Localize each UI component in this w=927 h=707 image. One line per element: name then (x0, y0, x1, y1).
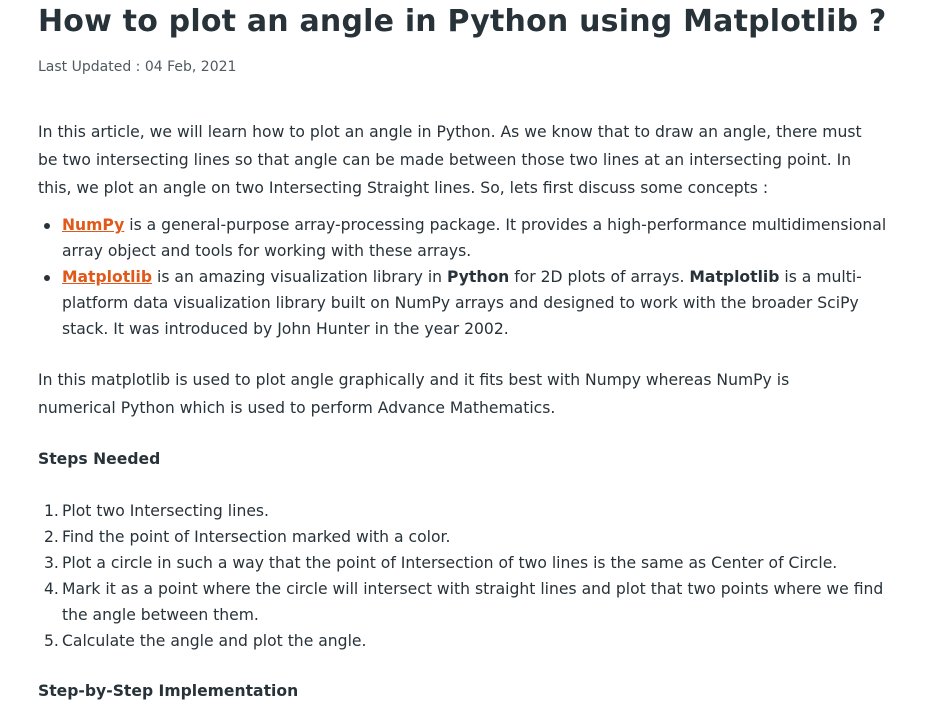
matplotlib-paragraph: In this matplotlib is used to plot angle… (38, 371, 790, 417)
matplotlib-link[interactable]: Matplotlib (62, 268, 152, 286)
concepts-list: NumPy is a general-purpose array-process… (38, 212, 892, 342)
last-updated-date: 04 Feb, 2021 (144, 59, 237, 75)
step-item: Calculate the angle and plot the angle. (44, 628, 367, 654)
steps-heading: Steps Needed (38, 450, 161, 468)
matplotlib-text-a: is an amazing visualization library in (152, 268, 448, 286)
last-updated-label: Last Updated : (38, 59, 141, 75)
list-item-numpy: NumPy is a general-purpose array-process… (44, 212, 892, 264)
implementation-heading: Step-by-Step Implementation (38, 682, 299, 700)
last-updated: Last Updated : 04 Feb, 2021 (38, 57, 236, 77)
intro-paragraph: In this article, we will learn how to pl… (38, 123, 862, 197)
step-item: Plot a circle in such a way that the poi… (44, 550, 838, 576)
step-item: Plot two Intersecting lines. (44, 498, 270, 524)
numpy-link[interactable]: NumPy (62, 216, 124, 234)
page-title: How to plot an angle in Python using Mat… (38, 4, 887, 39)
matplotlib-text-b: for 2D plots of arrays. (509, 268, 690, 286)
step-item: Mark it as a point where the circle will… (44, 576, 884, 624)
steps-list: Plot two Intersecting lines. Find the po… (38, 498, 892, 654)
step-item: Find the point of Intersection marked wi… (44, 524, 451, 550)
list-item-matplotlib: Matplotlib is an amazing visualization l… (44, 264, 892, 342)
numpy-description: is a general-purpose array-processing pa… (62, 216, 887, 260)
matplotlib-bold: Matplotlib (689, 268, 780, 286)
python-bold: Python (447, 268, 510, 286)
